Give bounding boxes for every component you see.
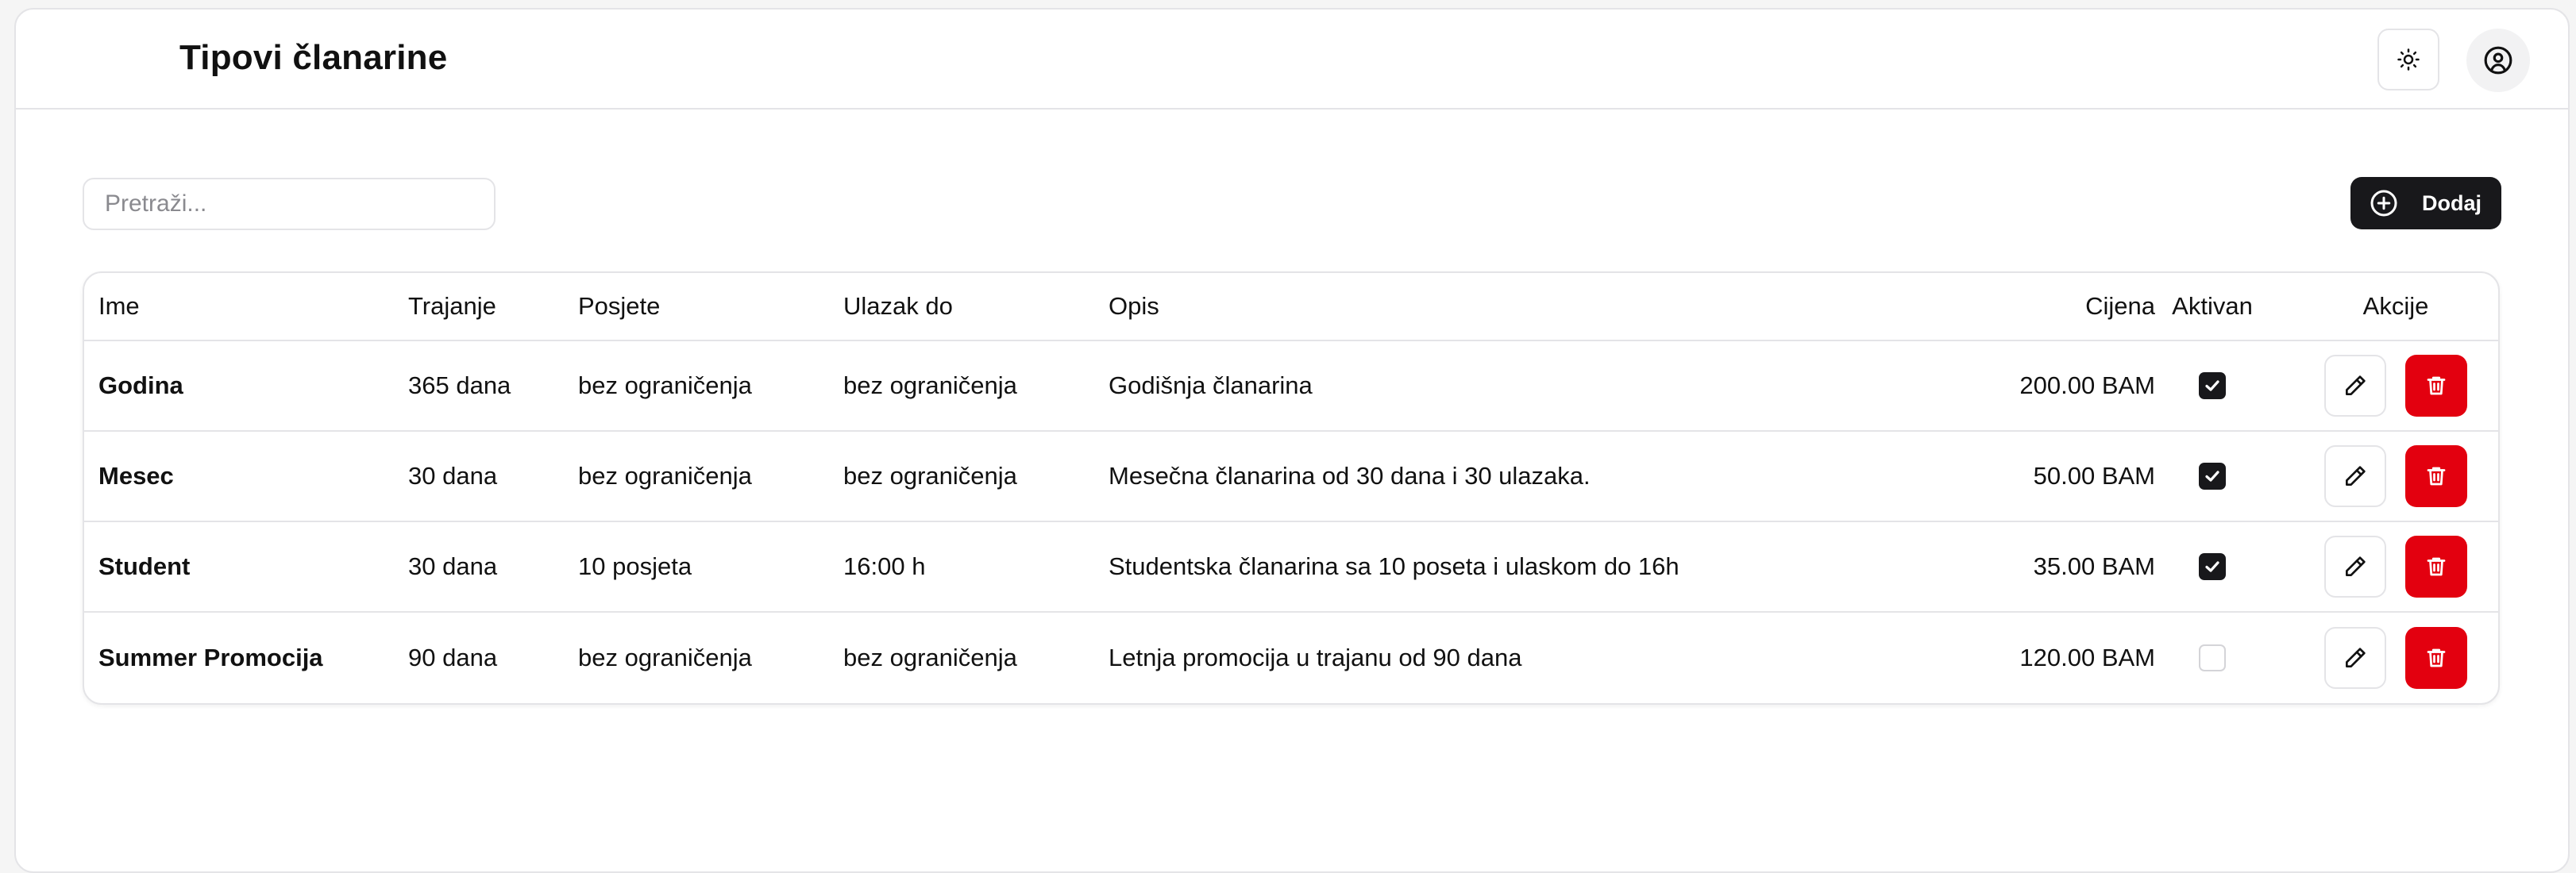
delete-button[interactable] — [2405, 536, 2467, 598]
row-visits: 10 posjeta — [578, 552, 692, 580]
check-icon — [2205, 380, 2219, 391]
theme-toggle-button[interactable] — [2377, 29, 2439, 90]
row-active-cell — [2125, 341, 2300, 430]
pencil-icon — [2346, 375, 2366, 395]
add-button[interactable]: Dodaj — [2350, 177, 2501, 229]
row-duration: 30 dana — [408, 462, 498, 490]
column-header-duration[interactable]: Trajanje — [408, 273, 496, 340]
delete-button[interactable] — [2405, 445, 2467, 507]
column-header-actions: Akcije — [2362, 292, 2429, 320]
row-active-cell — [2125, 613, 2300, 703]
row-name: Mesec — [98, 462, 174, 490]
column-header-entry-until[interactable]: Ulazak do — [843, 273, 953, 340]
row-active-cell — [2125, 522, 2300, 611]
table-row: Student 30 dana 10 posjeta 16:00 h Stude… — [84, 522, 2498, 613]
row-active-cell — [2125, 432, 2300, 521]
row-entry-until: bez ograničenja — [843, 644, 1017, 671]
trash-icon — [2427, 376, 2446, 395]
row-price: 120.00 BAM — [2019, 644, 2155, 671]
user-menu-button[interactable] — [2466, 29, 2530, 92]
delete-button[interactable] — [2405, 355, 2467, 417]
row-duration: 365 dana — [408, 371, 511, 399]
row-entry-until: bez ograničenja — [843, 462, 1017, 490]
row-price: 50.00 BAM — [2033, 462, 2155, 490]
edit-button[interactable] — [2324, 627, 2386, 689]
row-entry-until: 16:00 h — [843, 552, 926, 580]
row-description: Letnja promocija u trajanu od 90 dana — [1109, 644, 1522, 671]
column-header-price[interactable]: Cijena — [1831, 273, 2155, 340]
row-visits: bez ograničenja — [578, 644, 752, 671]
delete-button[interactable] — [2405, 627, 2467, 689]
column-header-name[interactable]: Ime — [98, 273, 140, 340]
table-row: Mesec 30 dana bez ograničenja bez ograni… — [84, 432, 2498, 522]
top-header: Tipovi članarine — [16, 10, 2568, 110]
row-entry-until: bez ograničenja — [843, 371, 1017, 399]
app-panel: Tipovi članarine Pretraži... Dodaj Ime T… — [14, 8, 2570, 873]
row-visits: bez ograničenja — [578, 371, 752, 399]
pencil-icon — [2346, 466, 2366, 486]
search-input[interactable] — [83, 178, 496, 230]
membership-types-table: Ime Trajanje Posjete Ulazak do Opis Cije… — [83, 271, 2500, 705]
row-actions — [2300, 432, 2492, 521]
row-duration: 90 dana — [408, 644, 498, 671]
row-visits: bez ograničenja — [578, 462, 752, 490]
edit-button[interactable] — [2324, 445, 2386, 507]
row-name: Student — [98, 552, 191, 580]
table-row: Summer Promocija 90 dana bez ograničenja… — [84, 613, 2498, 703]
active-checkbox[interactable] — [2199, 553, 2226, 580]
row-description: Godišnja članarina — [1109, 371, 1313, 399]
column-header-visits[interactable]: Posjete — [578, 273, 660, 340]
add-button-label: Dodaj — [2422, 190, 2482, 215]
trash-icon — [2427, 557, 2446, 576]
column-header-description[interactable]: Opis — [1109, 273, 1159, 340]
active-checkbox[interactable] — [2199, 644, 2226, 671]
check-icon — [2205, 471, 2219, 482]
active-checkbox[interactable] — [2199, 463, 2226, 490]
page-title: Tipovi članarine — [179, 38, 448, 77]
trash-icon — [2427, 648, 2446, 667]
row-price: 35.00 BAM — [2033, 552, 2155, 580]
column-header-active[interactable]: Aktivan — [2125, 273, 2300, 340]
trash-icon — [2427, 467, 2446, 486]
row-name: Summer Promocija — [98, 644, 323, 671]
pencil-icon — [2346, 648, 2366, 667]
sun-icon — [2397, 48, 2420, 71]
row-duration: 30 dana — [408, 552, 498, 580]
plus-circle-icon — [2370, 190, 2397, 217]
row-actions — [2300, 341, 2492, 430]
edit-button[interactable] — [2324, 536, 2386, 598]
row-description: Mesečna članarina od 30 dana i 30 ulazak… — [1109, 462, 1591, 490]
pencil-icon — [2346, 556, 2366, 576]
table-row: Godina 365 dana bez ograničenja bez ogra… — [84, 341, 2498, 432]
edit-button[interactable] — [2324, 355, 2386, 417]
active-checkbox[interactable] — [2199, 372, 2226, 399]
row-description: Studentska članarina sa 10 poseta i ulas… — [1109, 552, 1679, 580]
row-name: Godina — [98, 371, 183, 399]
row-actions — [2300, 613, 2492, 703]
row-actions — [2300, 522, 2492, 611]
row-price: 200.00 BAM — [2019, 371, 2155, 399]
check-icon — [2205, 561, 2219, 572]
table-header-row: Ime Trajanje Posjete Ulazak do Opis Cije… — [84, 273, 2498, 341]
user-circle-icon — [2484, 46, 2512, 75]
